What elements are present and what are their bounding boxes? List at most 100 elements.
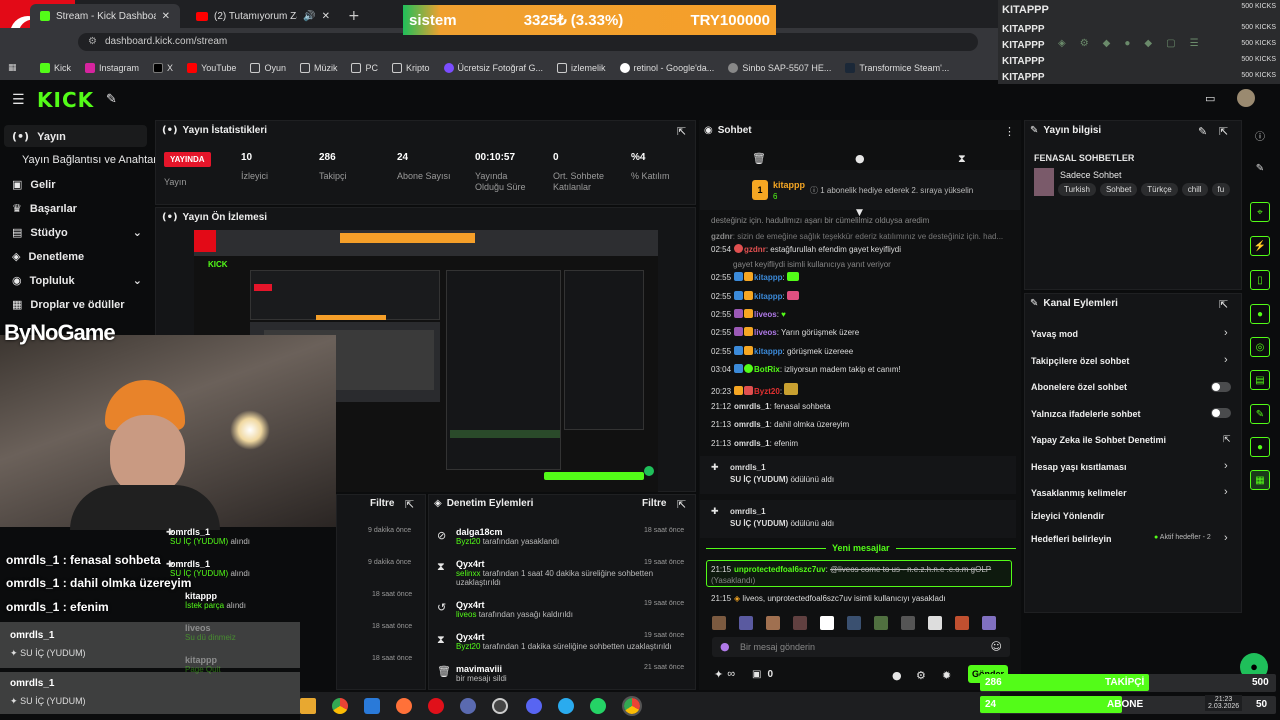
emote-icon[interactable] <box>928 616 942 630</box>
popout-icon[interactable]: ⇱ <box>677 498 686 511</box>
theater-icon[interactable]: ▭ <box>1205 92 1215 105</box>
emote-icon[interactable] <box>901 616 915 630</box>
pencil-icon[interactable]: ✎ <box>1250 158 1270 178</box>
sidebar-item-baglanti[interactable]: Yayın Bağlantısı ve Anahtarı <box>22 154 160 166</box>
obs-icon[interactable] <box>492 698 508 714</box>
emote-icon[interactable] <box>982 616 996 630</box>
chevron-right-icon[interactable]: › <box>1224 532 1228 544</box>
sidebar-item-yayin[interactable]: (•) Yayın <box>12 130 66 143</box>
chat-icon[interactable]: ● <box>1250 304 1270 324</box>
layers-icon[interactable]: ▤ <box>1250 370 1270 390</box>
message-user[interactable]: liveos <box>754 310 777 319</box>
bookmark-muzik[interactable]: Müzik <box>299 63 337 73</box>
sidebar-item-gelir[interactable]: ▣ Gelir <box>12 178 55 191</box>
bookmark-kick[interactable]: Kick <box>40 63 71 73</box>
message-user[interactable]: omrdls_1 <box>734 402 770 411</box>
bookmark-x[interactable]: X <box>153 63 173 73</box>
edit-icon[interactable]: ✎ <box>1198 125 1207 138</box>
emote-icon[interactable] <box>793 616 807 630</box>
tag[interactable]: Sohbet <box>1099 183 1138 196</box>
followers-only-row[interactable]: Takipçilere özel sohbet <box>1031 356 1129 366</box>
lightning-icon[interactable]: ⚡ <box>1250 236 1270 256</box>
emote-icon[interactable] <box>766 616 780 630</box>
bookmark-oyun[interactable]: Oyun <box>250 63 286 73</box>
emoji-icon[interactable]: ☺ <box>991 640 1002 653</box>
site-info-icon[interactable]: ⚙ <box>88 36 97 47</box>
apps-grid-icon[interactable]: ▦ <box>8 63 17 73</box>
app-icon[interactable] <box>364 698 380 714</box>
sidebar-item-droplar[interactable]: ▦ Droplar ve ödüller <box>12 298 125 311</box>
popout-icon[interactable]: ⇱ <box>1219 298 1228 311</box>
bookmark-izlemelik[interactable]: izlemelik <box>557 63 606 73</box>
tab-youtube[interactable]: (2) Tutamıyorum Zamanı (M 🔊 ✕ <box>186 4 340 28</box>
speaker-icon[interactable]: 🔊 <box>303 11 315 22</box>
badge-icon[interactable]: ✹ <box>942 669 951 682</box>
rewards-counter[interactable]: ▣ 0 <box>752 669 773 680</box>
bookmark-kripto[interactable]: Kripto <box>391 63 430 73</box>
chrome-active-icon[interactable] <box>622 696 642 716</box>
new-tab-icon[interactable]: + <box>348 8 360 24</box>
bookmark-pc[interactable]: PC <box>351 63 378 73</box>
system-clock[interactable]: 21:23 2.03.2026 <box>1205 695 1243 711</box>
emote-icon[interactable] <box>874 616 888 630</box>
redeem-user[interactable]: omrdls_1 <box>730 463 766 472</box>
firefox-icon[interactable] <box>396 698 412 714</box>
popout-icon[interactable]: ⇱ <box>405 498 414 511</box>
card-icon[interactable]: ▯ <box>1250 270 1270 290</box>
popout-icon[interactable]: ⇱ <box>677 125 686 138</box>
mic-icon[interactable]: ● <box>720 640 730 653</box>
message-user[interactable]: gzdnr <box>744 245 766 254</box>
chevron-right-icon[interactable]: › <box>1224 486 1228 498</box>
hourglass-icon[interactable]: ⧗ <box>958 152 966 166</box>
stats-icon[interactable]: ▦ <box>1250 470 1270 490</box>
tag[interactable]: Turkish <box>1058 183 1096 196</box>
slow-mode-row[interactable]: Yavaş mod <box>1031 329 1078 339</box>
close-icon[interactable]: ✕ <box>322 11 330 22</box>
trash-icon[interactable]: 🗑 <box>752 152 766 165</box>
message-user[interactable]: omrdls_1 <box>734 439 770 448</box>
chevron-right-icon[interactable]: › <box>1224 354 1228 366</box>
chrome-icon[interactable] <box>332 698 348 714</box>
whatsapp-icon[interactable] <box>590 698 606 714</box>
filter-button[interactable]: Filtre <box>642 498 666 509</box>
settings-icon[interactable]: ⚙ <box>916 669 926 682</box>
chat-bubble-icon[interactable]: ● <box>892 669 902 682</box>
opera-icon[interactable] <box>428 698 444 714</box>
subscribers-only-toggle[interactable] <box>1211 382 1231 392</box>
points-display[interactable]: ✦ ∞ <box>714 668 735 681</box>
emote-only-row[interactable]: Yalnızca ifadelerle sohbet <box>1031 409 1141 419</box>
sidebar-item-topluluk[interactable]: ◉ Topluluk ⌄ <box>12 274 142 287</box>
popout-icon[interactable]: ⇱ <box>1219 125 1228 138</box>
avatar[interactable] <box>1237 89 1255 107</box>
account-age-row[interactable]: Hesap yaşı kısıtlaması <box>1031 462 1127 472</box>
raid-row[interactable]: İzleyici Yönlendir <box>1031 511 1104 521</box>
message-user[interactable]: BotRix <box>754 365 780 374</box>
banned-words-row[interactable]: Yasaklanmış kelimeler <box>1031 488 1127 498</box>
message-user[interactable]: kitappp <box>754 273 782 282</box>
subscribers-only-row[interactable]: Abonelere özel sohbet <box>1031 382 1127 392</box>
wrench-icon[interactable]: ✎ <box>1250 404 1270 424</box>
bookmark-transformice[interactable]: Transformice Steam'... <box>845 63 949 73</box>
tag[interactable]: chill <box>1181 183 1208 196</box>
more-icon[interactable]: ⋮ <box>1004 125 1015 138</box>
broadcast-icon[interactable]: ◎ <box>1250 337 1270 357</box>
sidebar-item-basarilar[interactable]: ♛ Başarılar <box>12 202 77 215</box>
emote-only-toggle[interactable] <box>1211 408 1231 418</box>
emote-icon[interactable] <box>820 616 834 630</box>
url-field[interactable]: ⚙ dashboard.kick.com/stream <box>78 33 978 51</box>
chevron-right-icon[interactable]: › <box>1224 460 1228 472</box>
tag[interactable]: Türkçe <box>1141 183 1178 196</box>
filter-button[interactable]: Filtre <box>370 498 394 509</box>
bookmark-youtube[interactable]: YouTube <box>187 63 236 73</box>
emote-icon[interactable] <box>712 616 726 630</box>
menu-icon[interactable]: ☰ <box>12 92 25 108</box>
close-icon[interactable]: ✕ <box>162 11 170 22</box>
message-user[interactable]: Byzt20 <box>754 387 780 396</box>
ai-moderation-row[interactable]: Yapay Zeka ile Sohbet Denetimi <box>1031 435 1166 445</box>
pin-icon[interactable]: ✎ <box>106 92 117 107</box>
bookmark-sinbo[interactable]: Sinbo SAP-5507 HE... <box>728 63 831 73</box>
emote-icon[interactable] <box>955 616 969 630</box>
redeem-user[interactable]: omrdls_1 <box>730 507 766 516</box>
emote-icon[interactable] <box>847 616 861 630</box>
tab-kick-dashboard[interactable]: Stream - Kick Dashboard ✕ <box>30 4 180 28</box>
